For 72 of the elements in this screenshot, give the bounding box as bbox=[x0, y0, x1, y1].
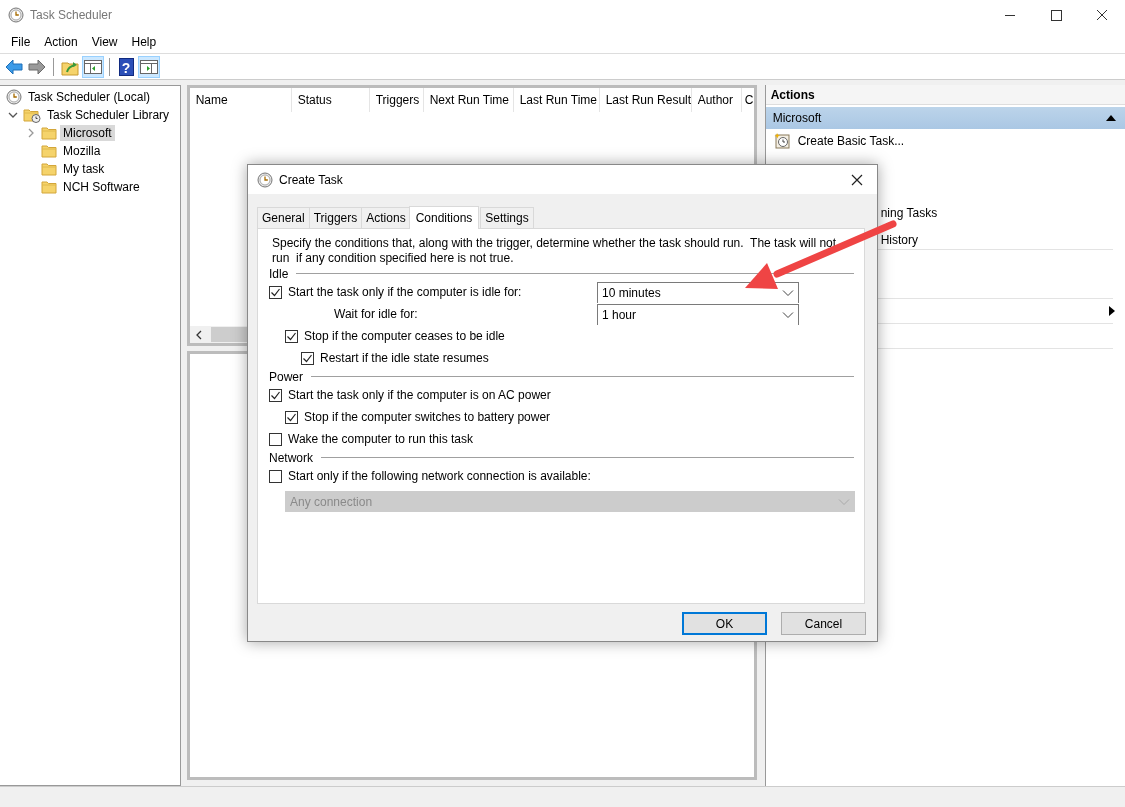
checked-checkbox[interactable] bbox=[301, 351, 314, 365]
column-header[interactable]: Name bbox=[189, 88, 292, 112]
action-link[interactable]: History bbox=[880, 233, 918, 247]
unchecked-checkbox[interactable] bbox=[269, 469, 282, 483]
help-button[interactable]: ? bbox=[118, 57, 134, 76]
clock-icon bbox=[8, 7, 24, 23]
column-header[interactable]: Next Run Time bbox=[423, 88, 514, 112]
column-header[interactable]: C bbox=[741, 88, 754, 112]
group-label: Network bbox=[269, 450, 313, 465]
column-header[interactable]: Last Run Time bbox=[513, 88, 600, 112]
section-title: Microsoft bbox=[772, 111, 822, 125]
dropdown[interactable]: 10 minutes bbox=[597, 281, 799, 303]
folder-clock-icon bbox=[23, 107, 41, 123]
checkbox-label[interactable]: Stop if the computer ceases to be idle bbox=[304, 329, 505, 343]
dropdown-value: 10 minutes bbox=[602, 285, 661, 300]
menu-item[interactable]: File bbox=[4, 34, 38, 49]
tab[interactable]: Conditions bbox=[408, 206, 480, 229]
dropdown[interactable]: 1 hour bbox=[597, 303, 799, 325]
field-label: Wait for idle for: bbox=[333, 307, 419, 321]
action-link[interactable]: Create Basic Task... bbox=[797, 134, 905, 148]
tab[interactable]: Triggers bbox=[308, 207, 363, 228]
clock-icon bbox=[6, 89, 22, 105]
dropdown-chevron-icon bbox=[782, 288, 794, 297]
menu-item[interactable]: Help bbox=[124, 34, 164, 49]
dialog-button[interactable]: OK bbox=[682, 612, 767, 635]
checkbox-label[interactable]: Start the task only if the computer is idle for: bbox=[288, 285, 522, 299]
task-clock-icon bbox=[773, 133, 790, 149]
panel-title: Actions bbox=[765, 85, 1125, 105]
folder-icon bbox=[41, 125, 57, 141]
column-header[interactable]: Author bbox=[691, 88, 742, 112]
window-title: Task Scheduler bbox=[30, 8, 114, 22]
section-header[interactable]: Microsoft bbox=[765, 107, 1125, 129]
menu-item[interactable]: View bbox=[84, 34, 125, 49]
dropdown-value: 1 hour bbox=[602, 307, 637, 322]
folder-icon bbox=[41, 161, 57, 177]
column-header[interactable]: Triggers bbox=[369, 88, 424, 112]
tab[interactable]: General bbox=[257, 207, 310, 228]
menu-item[interactable]: Action bbox=[37, 34, 85, 49]
folder-icon bbox=[41, 179, 57, 195]
checked-checkbox[interactable] bbox=[285, 329, 298, 343]
tab[interactable]: Settings bbox=[480, 207, 534, 228]
group-label: Idle bbox=[269, 266, 289, 281]
description-text: Specify the conditions that, along with the trigger, determine whether the task should run. The task will not run if any condition specified here is not true. bbox=[272, 236, 838, 266]
checkbox-label[interactable]: Stop if the computer switches to battery power bbox=[304, 410, 551, 424]
checked-checkbox[interactable] bbox=[269, 285, 282, 299]
checkbox-label[interactable]: Wake the computer to run this task bbox=[288, 432, 473, 446]
checked-checkbox[interactable] bbox=[285, 410, 298, 424]
unchecked-checkbox[interactable] bbox=[269, 432, 282, 446]
action-link[interactable]: ning Tasks bbox=[880, 206, 938, 220]
submenu-arrow-icon[interactable] bbox=[1109, 306, 1115, 316]
folder-icon bbox=[41, 143, 57, 159]
tree-item[interactable]: My task bbox=[60, 161, 108, 177]
group-label: Power bbox=[269, 369, 303, 384]
collapse-triangle-icon[interactable] bbox=[1105, 113, 1117, 123]
tree-item[interactable]: NCH Software bbox=[60, 179, 143, 195]
tree-item[interactable]: Task Scheduler (Local) bbox=[25, 89, 154, 105]
tree-item[interactable]: Task Scheduler Library bbox=[44, 107, 173, 123]
column-header[interactable]: Last Run Result bbox=[599, 88, 692, 112]
tree-item[interactable]: Mozilla bbox=[60, 143, 104, 159]
clock-icon bbox=[257, 171, 273, 188]
toggle-button[interactable] bbox=[82, 55, 104, 78]
column-header[interactable]: Status bbox=[291, 88, 370, 112]
dialog-button[interactable]: Cancel bbox=[781, 612, 866, 635]
dropdown-value: Any connection bbox=[290, 494, 373, 509]
checkbox-label[interactable]: Start the task only if the computer is on AC power bbox=[288, 388, 551, 402]
dropdown-chevron-icon bbox=[782, 310, 794, 319]
tree-item[interactable]: Microsoft bbox=[60, 125, 115, 141]
toggle-button[interactable] bbox=[138, 55, 160, 78]
dialog-title: Create Task bbox=[279, 172, 344, 187]
checkbox-label[interactable]: Restart if the idle state resumes bbox=[320, 351, 489, 365]
checked-checkbox[interactable] bbox=[269, 388, 282, 402]
checkbox-label[interactable]: Start only if the following network connection is available: bbox=[288, 469, 591, 483]
